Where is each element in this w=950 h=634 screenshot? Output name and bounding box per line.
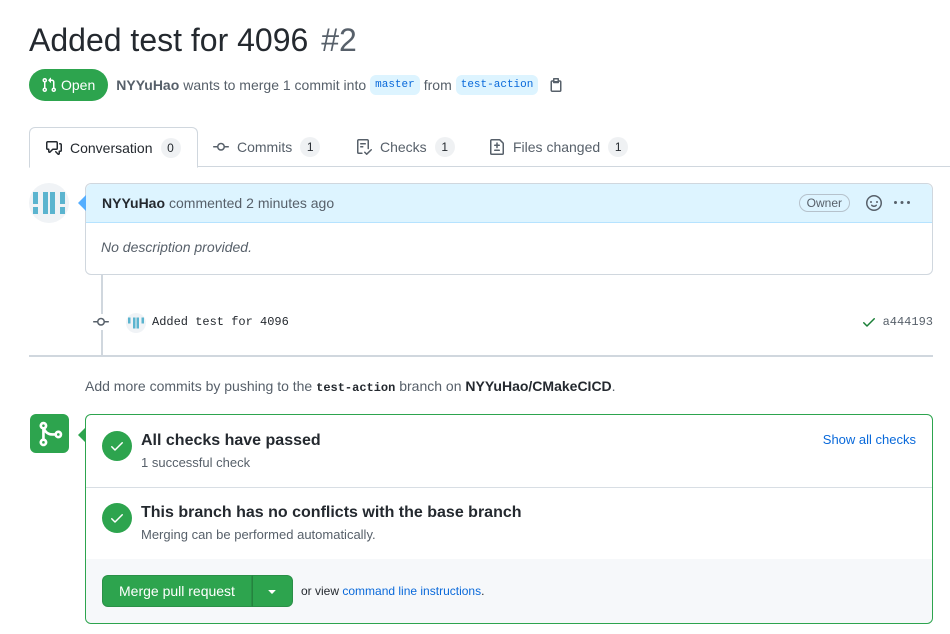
check-circle-icon bbox=[102, 503, 132, 533]
command-line-instructions-link[interactable]: command line instructions bbox=[342, 584, 481, 598]
hint-prefix: Add more commits by pushing to the bbox=[85, 378, 313, 394]
comment-action: commented bbox=[169, 195, 243, 211]
kebab-horizontal-icon[interactable] bbox=[888, 191, 916, 215]
tab-files-changed[interactable]: Files changed 1 bbox=[473, 127, 644, 167]
base-branch[interactable]: master bbox=[370, 75, 420, 95]
owner-badge: Owner bbox=[798, 194, 850, 212]
author-link[interactable]: NYYuHao bbox=[116, 77, 179, 93]
tab-counter: 0 bbox=[160, 137, 181, 158]
merge-summary-text: wants to merge 1 commit into bbox=[183, 77, 367, 93]
tab-commits[interactable]: Commits 1 bbox=[197, 127, 336, 167]
merge-pull-request-button[interactable]: Merge pull request bbox=[102, 575, 252, 607]
pr-title-text: Added test for 4096 bbox=[29, 22, 309, 58]
commit-status: a444193 bbox=[861, 314, 933, 330]
comment-discussion-icon bbox=[46, 140, 62, 155]
conflicts-title: This branch has no conflicts with the ba… bbox=[141, 504, 522, 521]
state-label: Open bbox=[61, 77, 96, 93]
checklist-icon bbox=[357, 139, 372, 155]
avatar[interactable] bbox=[29, 183, 69, 223]
head-branch[interactable]: test-action bbox=[455, 75, 539, 95]
comment-time[interactable]: 2 minutes ago bbox=[246, 195, 334, 211]
git-commit-icon bbox=[213, 142, 229, 151]
merge-summary: NYYuHao wants to merge 1 commit into mas… bbox=[116, 75, 564, 95]
commit-message[interactable]: Added test for 4096 bbox=[152, 315, 289, 329]
comment-body: No description provided. bbox=[101, 239, 252, 255]
check-icon[interactable] bbox=[861, 314, 877, 330]
merge-button-group: Merge pull request bbox=[102, 575, 293, 607]
checks-title: All checks have passed bbox=[141, 432, 321, 449]
pr-meta: Open NYYuHao wants to merge 1 commit int… bbox=[29, 69, 564, 101]
tab-counter: 1 bbox=[608, 137, 629, 157]
cli-hint: or view command line instructions. bbox=[301, 584, 484, 598]
tab-label: Files changed bbox=[513, 139, 601, 155]
pr-tabs: Conversation 0 Commits 1 Checks 1 Files … bbox=[29, 127, 950, 168]
tab-counter: 1 bbox=[300, 137, 321, 157]
tab-checks[interactable]: Checks 1 bbox=[340, 127, 471, 167]
conflicts-subtitle: Merging can be performed automatically. bbox=[141, 527, 376, 542]
avatar[interactable] bbox=[126, 313, 146, 333]
hint-middle: branch on bbox=[399, 378, 462, 394]
checks-subtitle: 1 successful check bbox=[141, 455, 251, 470]
state-badge: Open bbox=[29, 69, 109, 101]
merge-footer: Merge pull request or view command line … bbox=[86, 559, 932, 623]
pr-number: #2 bbox=[321, 22, 357, 58]
hint-branch: test-action bbox=[316, 381, 396, 395]
tab-conversation[interactable]: Conversation 0 bbox=[29, 127, 198, 168]
git-merge-icon bbox=[30, 414, 69, 453]
copy-icon[interactable] bbox=[548, 77, 564, 93]
triangle-down-icon bbox=[268, 590, 277, 594]
comment-box: NYYuHao commented 2 minutes ago Owner No… bbox=[78, 183, 933, 275]
commit-sha[interactable]: a444193 bbox=[883, 315, 933, 329]
smiley-icon[interactable] bbox=[860, 191, 888, 215]
or-view-text: or view bbox=[301, 584, 340, 598]
tab-label: Commits bbox=[237, 139, 293, 155]
page-title: Added test for 4096 #2 bbox=[29, 22, 357, 59]
tab-counter: 1 bbox=[434, 137, 455, 157]
merge-method-dropdown[interactable] bbox=[251, 575, 293, 607]
check-circle-icon bbox=[102, 431, 132, 461]
comment-author[interactable]: NYYuHao bbox=[102, 195, 165, 211]
cli-suffix: . bbox=[481, 584, 485, 598]
push-hint: Add more commits by pushing to the test-… bbox=[85, 378, 616, 395]
file-diff-icon bbox=[490, 139, 504, 155]
section-divider bbox=[86, 487, 932, 488]
git-commit-icon bbox=[93, 314, 109, 330]
repo-link[interactable]: NYYuHao/CMakeCICD bbox=[465, 378, 611, 394]
commit-item: Added test for 4096 a444193 bbox=[85, 310, 933, 334]
show-all-checks-link[interactable]: Show all checks bbox=[823, 432, 916, 447]
timeline-divider bbox=[29, 355, 933, 357]
tab-label: Conversation bbox=[70, 139, 153, 156]
tab-label: Checks bbox=[380, 139, 427, 155]
merge-box: All checks have passed 1 successful chec… bbox=[78, 414, 933, 624]
hint-suffix: . bbox=[611, 378, 616, 394]
git-pull-request-icon bbox=[42, 77, 57, 93]
from-text: from bbox=[423, 77, 452, 93]
comment-header: NYYuHao commented 2 minutes ago Owner bbox=[86, 184, 932, 223]
